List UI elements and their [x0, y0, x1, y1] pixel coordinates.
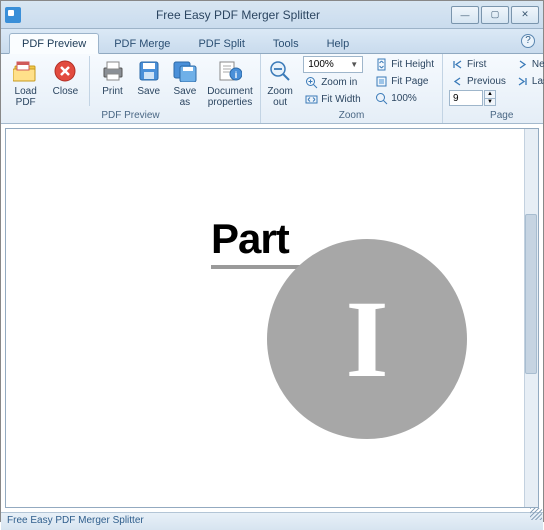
group-page: First Previous ▲ ▼ Next Last Page: [443, 54, 544, 123]
save-button[interactable]: Save: [134, 56, 164, 97]
first-page-button[interactable]: First: [449, 56, 508, 72]
zoom-level-select[interactable]: 100%▼: [303, 56, 363, 73]
last-page-button[interactable]: Last: [514, 73, 544, 89]
next-page-button[interactable]: Next: [514, 56, 544, 72]
minimize-button[interactable]: —: [451, 6, 479, 24]
scrollbar-thumb[interactable]: [525, 214, 537, 374]
group-pdf-preview: Load PDF Close Print Save Save as i Doc: [1, 54, 261, 123]
status-bar: Free Easy PDF Merger Splitter: [1, 512, 543, 530]
zoom-out-button[interactable]: Zoom out: [267, 56, 293, 108]
page-spin-down[interactable]: ▼: [484, 99, 496, 107]
title-bar: Free Easy PDF Merger Splitter — ▢ ✕: [1, 1, 543, 29]
save-icon: [136, 58, 162, 84]
tab-pdf-split[interactable]: PDF Split: [185, 33, 257, 53]
first-icon: [451, 58, 464, 71]
zoom-in-icon: [305, 76, 318, 89]
fit-width-icon: [305, 93, 318, 106]
print-button[interactable]: Print: [97, 56, 127, 97]
close-window-button[interactable]: ✕: [511, 6, 539, 24]
close-pdf-button[interactable]: Close: [50, 56, 80, 97]
doc-properties-button[interactable]: i Document properties: [206, 56, 254, 108]
load-pdf-button[interactable]: Load PDF: [7, 56, 44, 108]
tab-tools[interactable]: Tools: [260, 33, 312, 53]
page-number-input[interactable]: [449, 90, 483, 106]
status-text: Free Easy PDF Merger Splitter: [7, 515, 144, 526]
document-viewport[interactable]: Part I: [5, 128, 539, 508]
save-as-icon: [172, 58, 198, 84]
tab-help[interactable]: Help: [314, 33, 363, 53]
info-icon: i: [217, 58, 243, 84]
prev-page-button[interactable]: Previous: [449, 73, 508, 89]
window-title: Free Easy PDF Merger Splitter: [27, 8, 449, 22]
pdf-page: Part I: [67, 129, 477, 499]
app-icon: [5, 7, 21, 23]
last-icon: [516, 75, 529, 88]
folder-open-icon: [13, 58, 39, 84]
group-label-page: Page: [449, 109, 544, 123]
part-number: I: [346, 276, 389, 403]
tab-pdf-preview[interactable]: PDF Preview: [9, 33, 99, 54]
fit-height-button[interactable]: Fit Height: [373, 56, 436, 72]
prev-icon: [451, 75, 464, 88]
zoom-100-icon: [375, 92, 388, 105]
resize-handle[interactable]: [530, 508, 542, 520]
group-zoom: Zoom out 100%▼ Zoom in Fit Width Fit Hei…: [261, 54, 443, 123]
ribbon: Load PDF Close Print Save Save as i Doc: [1, 54, 543, 124]
tab-pdf-merge[interactable]: PDF Merge: [101, 33, 183, 53]
page-spin-up[interactable]: ▲: [484, 90, 496, 99]
group-label-preview: PDF Preview: [7, 109, 254, 123]
vertical-scrollbar[interactable]: [524, 129, 538, 507]
printer-icon: [100, 58, 126, 84]
chevron-down-icon: ▼: [350, 60, 358, 69]
ribbon-tabs: PDF Preview PDF Merge PDF Split Tools He…: [1, 29, 543, 54]
fit-width-button[interactable]: Fit Width: [303, 91, 363, 107]
fit-height-icon: [375, 58, 388, 71]
svg-text:i: i: [235, 70, 238, 80]
close-icon: [52, 58, 78, 84]
zoom-100-button[interactable]: 100%: [373, 90, 436, 106]
part-number-circle: I: [267, 239, 467, 439]
part-heading: Part: [211, 215, 317, 269]
fit-page-icon: [375, 75, 388, 88]
group-label-zoom: Zoom: [267, 109, 436, 123]
help-icon[interactable]: ?: [521, 34, 535, 48]
zoom-out-icon: [267, 58, 293, 84]
next-icon: [516, 58, 529, 71]
save-as-button[interactable]: Save as: [170, 56, 200, 108]
fit-page-button[interactable]: Fit Page: [373, 73, 436, 89]
zoom-in-button[interactable]: Zoom in: [303, 74, 363, 90]
maximize-button[interactable]: ▢: [481, 6, 509, 24]
